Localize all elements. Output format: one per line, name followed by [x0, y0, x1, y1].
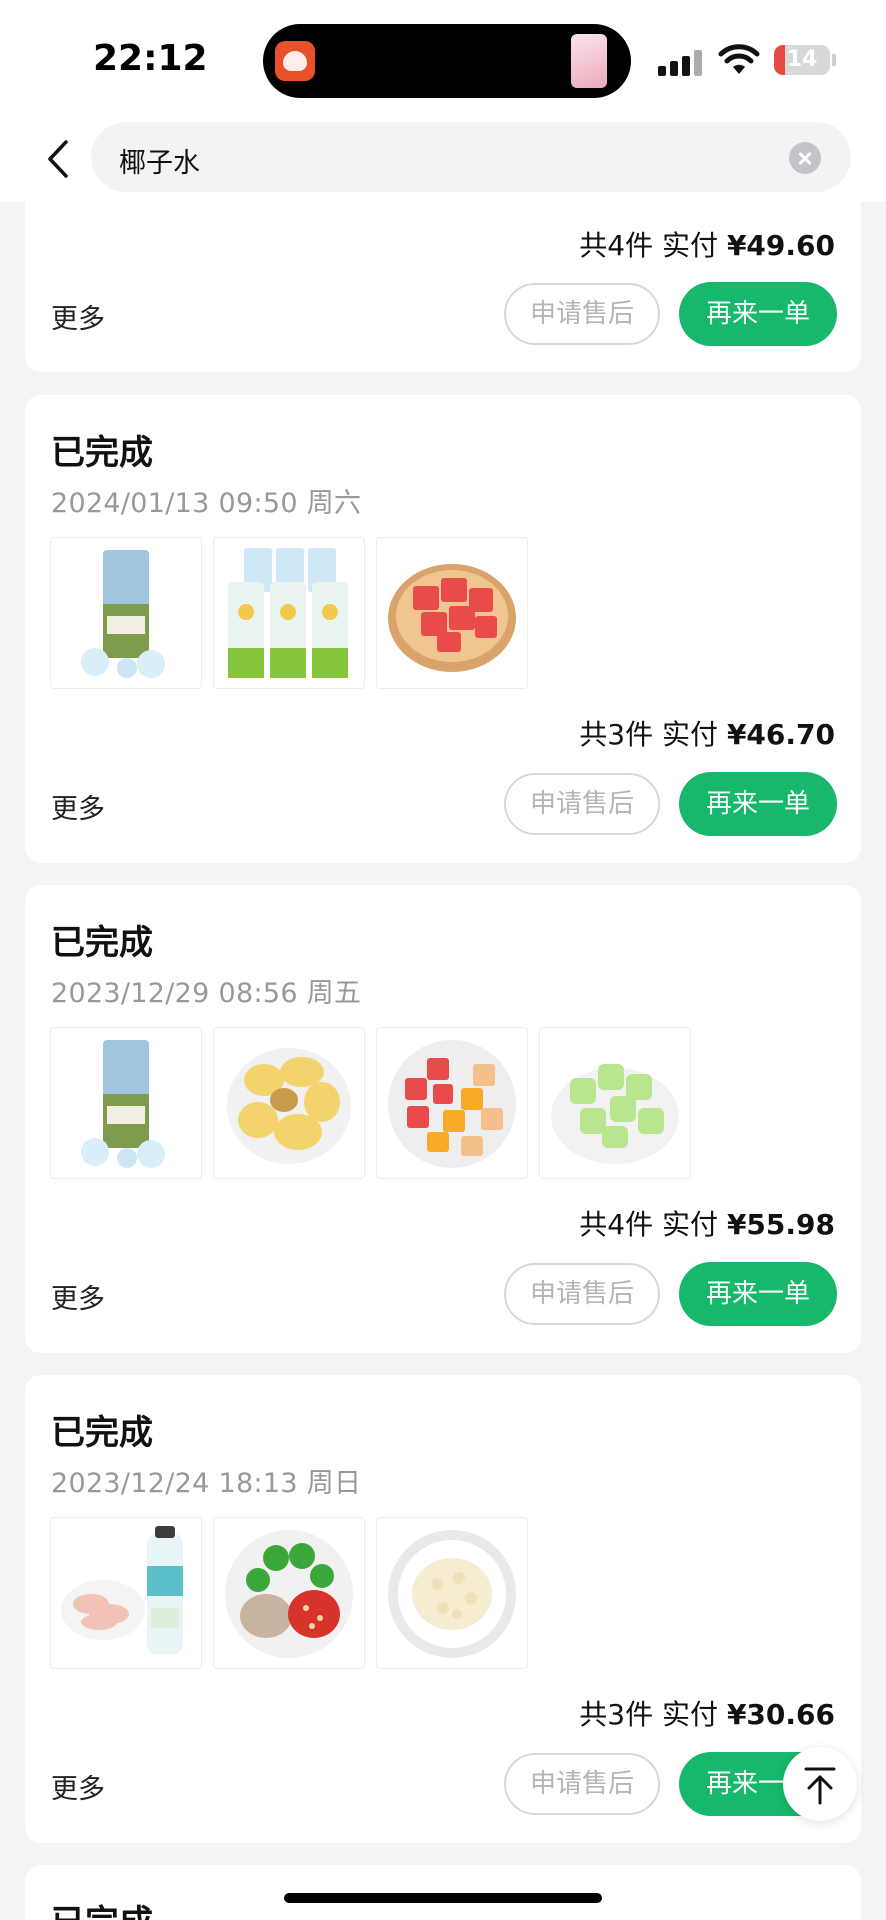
order-summary: 共4件 实付 ¥55.98	[579, 1208, 835, 1241]
product-thumbnail[interactable]	[376, 1027, 528, 1179]
order-total: ¥55.98	[726, 1208, 835, 1241]
more-button[interactable]: 更多	[51, 787, 105, 826]
order-total: ¥30.66	[726, 1698, 835, 1731]
reorder-button[interactable]: 再来一单	[679, 772, 837, 836]
product-thumbnail[interactable]	[376, 1517, 528, 1669]
search-input[interactable]: 椰子水	[91, 122, 851, 192]
wifi-icon	[718, 44, 760, 74]
back-icon[interactable]	[42, 136, 76, 182]
order-card: 已完成 2023/12/29 08:56 周五 共4件 实付 ¥55.98 更多…	[25, 885, 861, 1353]
home-indicator	[284, 1893, 602, 1903]
battery-icon: 14	[774, 45, 830, 75]
product-thumbnail[interactable]	[213, 1517, 365, 1669]
after-sale-button[interactable]: 申请售后	[504, 773, 660, 835]
status-bar: 22:12 14	[0, 0, 886, 118]
now-playing-cover	[571, 34, 607, 88]
order-status: 已完成	[51, 1413, 153, 1453]
arrow-up-icon	[804, 1767, 836, 1805]
cellular-signal-icon	[658, 48, 704, 76]
more-button[interactable]: 更多	[51, 1767, 105, 1806]
app-icon	[275, 41, 315, 81]
product-thumbnail[interactable]	[50, 1517, 202, 1669]
product-thumbnail[interactable]	[50, 537, 202, 689]
order-status: 已完成	[51, 923, 153, 963]
order-total: ¥46.70	[726, 718, 835, 751]
after-sale-button[interactable]: 申请售后	[504, 283, 660, 345]
order-date: 2023/12/24 18:13 周日	[51, 1468, 362, 1499]
order-date: 2024/01/13 09:50 周六	[51, 488, 362, 519]
order-card: 共4件 实付 ¥49.60 更多 申请售后 再来一单	[25, 202, 861, 372]
after-sale-button[interactable]: 申请售后	[504, 1263, 660, 1325]
order-status: 已完成	[51, 1895, 153, 1920]
product-thumbnail[interactable]	[376, 537, 528, 689]
after-sale-button[interactable]: 申请售后	[504, 1753, 660, 1815]
search-query: 椰子水	[119, 148, 200, 179]
reorder-button[interactable]: 再来一单	[679, 282, 837, 346]
order-card: 已完成 2023/12/24 18:13 周日 共3件 实付 ¥30.66 更多…	[25, 1375, 861, 1843]
product-thumbnail[interactable]	[539, 1027, 691, 1179]
order-summary: 共4件 实付 ¥49.60	[579, 229, 835, 262]
order-total: ¥49.60	[726, 229, 835, 262]
order-status: 已完成	[51, 433, 153, 473]
more-button[interactable]: 更多	[51, 297, 105, 336]
order-summary: 共3件 实付 ¥30.66	[579, 1698, 835, 1731]
more-button[interactable]: 更多	[51, 1277, 105, 1316]
order-summary: 共3件 实付 ¥46.70	[579, 718, 835, 751]
search-header: 椰子水	[0, 118, 886, 202]
battery-level: 14	[786, 47, 818, 72]
status-time: 22:12	[93, 38, 208, 79]
order-date: 2023/12/29 08:56 周五	[51, 978, 362, 1009]
reorder-button[interactable]: 再来一单	[679, 1262, 837, 1326]
scroll-to-top-button[interactable]	[783, 1747, 857, 1821]
product-thumbnail[interactable]	[213, 537, 365, 689]
order-card: 已完成 2024/01/13 09:50 周六 共3件 实付 ¥46.70 更多…	[25, 395, 861, 863]
dynamic-island	[263, 24, 631, 98]
product-thumbnail[interactable]	[213, 1027, 365, 1179]
product-thumbnail[interactable]	[50, 1027, 202, 1179]
clear-icon[interactable]	[789, 142, 821, 174]
